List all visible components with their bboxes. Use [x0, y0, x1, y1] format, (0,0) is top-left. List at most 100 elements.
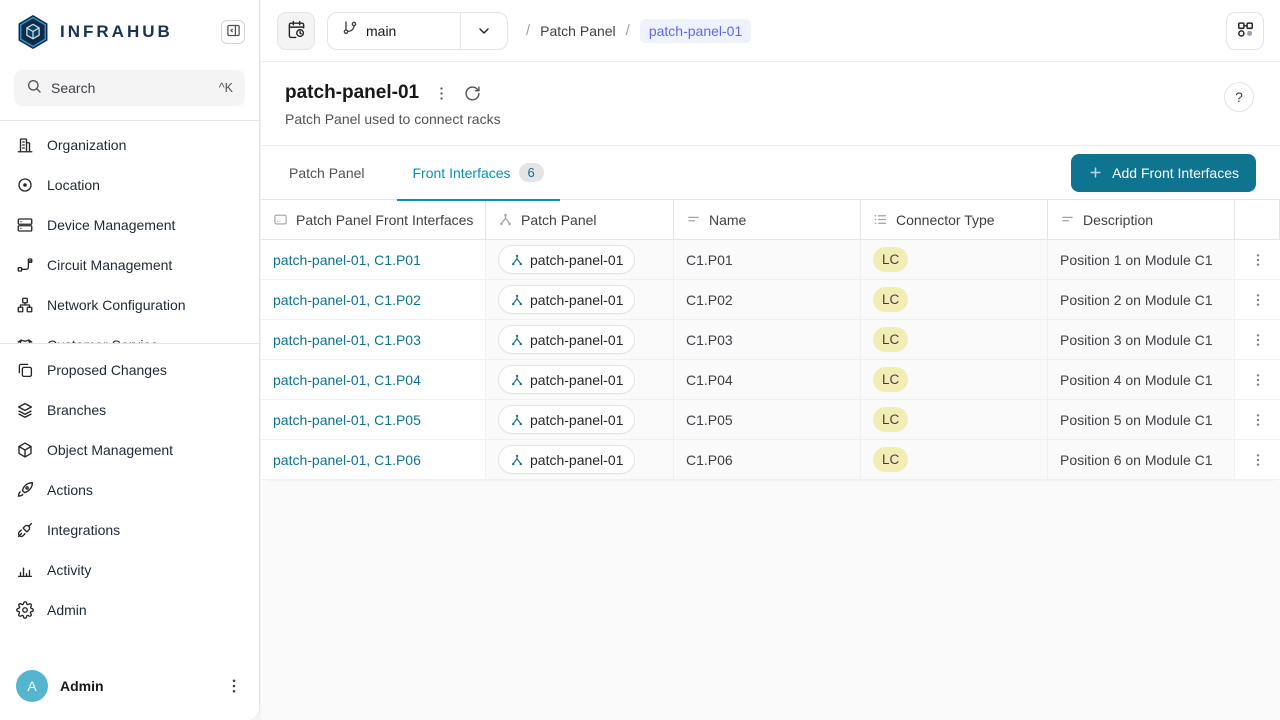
column-header-label: Name [709, 212, 746, 228]
tab-patch-panel[interactable]: Patch Panel [285, 146, 369, 200]
sidebar-item-label: Device Management [47, 217, 175, 233]
schema-button[interactable] [1226, 12, 1264, 50]
breadcrumb-current[interactable]: patch-panel-01 [640, 19, 751, 43]
sidebar: INFRAHUB Search ^K Organization Location D… [0, 0, 260, 720]
sidebar-item-label: Organization [47, 137, 126, 153]
table-row-display-cell: patch-panel-01, C1.P01 [261, 240, 486, 280]
connector-type-badge: LC [873, 247, 908, 272]
column-header-label: Patch Panel Front Interfaces [296, 212, 473, 228]
branch-selector[interactable]: main [327, 12, 508, 50]
tab-front-interfaces-label: Front Interfaces [413, 165, 511, 181]
patch-panel-chip[interactable]: patch-panel-01 [498, 445, 635, 474]
table-row-connector-cell: LC [861, 360, 1048, 400]
sidebar-item-object-management[interactable]: Object Management [0, 430, 259, 470]
sidebar-item-network-configuration[interactable]: Network Configuration [0, 285, 259, 325]
sidebar-item-label: Proposed Changes [47, 362, 167, 378]
sidebar-item-branches[interactable]: Branches [0, 390, 259, 430]
interface-link[interactable]: patch-panel-01, C1.P03 [273, 332, 421, 348]
column-header-label: Description [1083, 212, 1153, 228]
sidebar-item-admin[interactable]: Admin [0, 590, 259, 630]
table-row-connector-cell: LC [861, 400, 1048, 440]
breadcrumb-separator: / [626, 22, 630, 39]
sidebar-item-circuit-management[interactable]: Circuit Management [0, 245, 259, 285]
table-row-connector-cell: LC [861, 240, 1048, 280]
patch-panel-chip-label: patch-panel-01 [530, 412, 623, 428]
sidebar-item-actions[interactable]: Actions [0, 470, 259, 510]
hierarchy-icon [510, 333, 524, 347]
hierarchy-icon [510, 413, 524, 427]
table-row-patch-panel-cell: patch-panel-01 [486, 360, 674, 400]
row-kebab-icon[interactable] [1250, 252, 1266, 268]
route-icon [16, 256, 34, 274]
patch-panel-chip-label: patch-panel-01 [530, 452, 623, 468]
refresh-icon[interactable] [464, 85, 481, 102]
sidebar-item-label: Circuit Management [47, 257, 172, 273]
brand-name: INFRAHUB [60, 22, 211, 42]
column-header-connector-type[interactable]: Connector Type [861, 200, 1048, 240]
table-row-name-cell: C1.P06 [674, 440, 861, 480]
row-kebab-icon[interactable] [1250, 372, 1266, 388]
page-subtitle: Patch Panel used to connect racks [285, 111, 1256, 127]
sidebar-item-activity[interactable]: Activity [0, 550, 259, 590]
interface-link[interactable]: patch-panel-01, C1.P04 [273, 372, 421, 388]
user-name: Admin [60, 678, 213, 694]
column-header-patch-panel-front-interfaces[interactable]: Patch Panel Front Interfaces [261, 200, 486, 240]
patch-panel-chip[interactable]: patch-panel-01 [498, 285, 635, 314]
column-header-description[interactable]: Description [1048, 200, 1235, 240]
patch-panel-chip[interactable]: patch-panel-01 [498, 245, 635, 274]
sidebar-item-device-management[interactable]: Device Management [0, 205, 259, 245]
proposed-changes-icon [16, 361, 34, 379]
patch-panel-chip[interactable]: patch-panel-01 [498, 325, 635, 354]
hierarchy-icon [510, 293, 524, 307]
row-kebab-icon[interactable] [1250, 332, 1266, 348]
search-input[interactable]: Search ^K [14, 70, 245, 106]
connector-type-badge: LC [873, 407, 908, 432]
patch-panel-chip[interactable]: patch-panel-01 [498, 405, 635, 434]
table-row-patch-panel-cell: patch-panel-01 [486, 280, 674, 320]
sidebar-item-integrations[interactable]: Integrations [0, 510, 259, 550]
sidebar-nav-primary: Organization Location Device Management Cir… [0, 121, 259, 343]
patch-panel-chip[interactable]: patch-panel-01 [498, 365, 635, 394]
table-row-display-cell: patch-panel-01, C1.P04 [261, 360, 486, 400]
table-row-patch-panel-cell: patch-panel-01 [486, 440, 674, 480]
help-button[interactable]: ? [1224, 82, 1254, 112]
sidebar-item-location[interactable]: Location [0, 165, 259, 205]
breadcrumb-patch-panel[interactable]: Patch Panel [540, 23, 616, 39]
column-header-patch-panel[interactable]: Patch Panel [486, 200, 674, 240]
table-row-display-cell: patch-panel-01, C1.P06 [261, 440, 486, 480]
page-title: patch-panel-01 [285, 82, 419, 104]
table-row-description-cell: Position 1 on Module C1 [1048, 240, 1235, 280]
connector-type-badge: LC [873, 447, 908, 472]
row-kebab-icon[interactable] [1250, 292, 1266, 308]
handshake-icon [16, 336, 34, 343]
list-icon [873, 212, 888, 227]
patch-panel-chip-label: patch-panel-01 [530, 292, 623, 308]
text-icon [1060, 212, 1075, 227]
interface-link[interactable]: patch-panel-01, C1.P05 [273, 412, 421, 428]
table-row-name-cell: C1.P03 [674, 320, 861, 360]
sidebar-item-proposed-changes[interactable]: Proposed Changes [0, 350, 259, 390]
interface-link[interactable]: patch-panel-01, C1.P02 [273, 292, 421, 308]
table-row-description-cell: Position 5 on Module C1 [1048, 400, 1235, 440]
add-front-interfaces-button[interactable]: Add Front Interfaces [1071, 154, 1256, 192]
git-branch-icon [342, 20, 358, 41]
page-kebab-icon[interactable] [433, 85, 450, 102]
building-icon [16, 136, 34, 154]
collapse-sidebar-button[interactable] [221, 20, 245, 44]
time-travel-button[interactable] [277, 12, 315, 50]
table-row-patch-panel-cell: patch-panel-01 [486, 400, 674, 440]
table-row-name-cell: C1.P05 [674, 400, 861, 440]
column-header-name[interactable]: Name [674, 200, 861, 240]
sidebar-item-customer-service[interactable]: Customer Service [0, 325, 259, 343]
table-row-description-cell: Position 3 on Module C1 [1048, 320, 1235, 360]
row-kebab-icon[interactable] [1250, 452, 1266, 468]
tab-front-interfaces[interactable]: Front Interfaces 6 [409, 146, 548, 200]
sidebar-user-row: A Admin [0, 656, 259, 720]
interface-link[interactable]: patch-panel-01, C1.P01 [273, 252, 421, 268]
user-menu-kebab-icon[interactable] [225, 677, 243, 695]
interface-link[interactable]: patch-panel-01, C1.P06 [273, 452, 421, 468]
sidebar-item-organization[interactable]: Organization [0, 125, 259, 165]
row-kebab-icon[interactable] [1250, 412, 1266, 428]
collapse-sidebar-icon [226, 23, 241, 41]
table-row-actions-cell [1235, 240, 1280, 280]
